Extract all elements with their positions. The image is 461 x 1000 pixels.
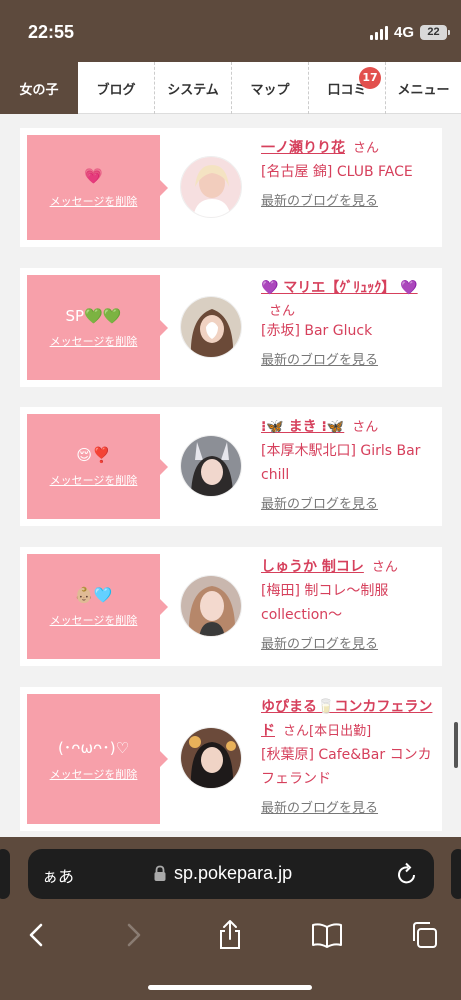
lock-icon: [153, 865, 167, 886]
status-bar: 22:55 4G 22: [0, 0, 461, 62]
delete-message-link[interactable]: メッセージを削除: [50, 333, 138, 349]
honorific: さん: [371, 560, 398, 575]
message-text: 💗: [84, 166, 103, 185]
tab-map[interactable]: マップ: [231, 62, 308, 114]
honorific: さん: [269, 304, 296, 319]
tab-menu[interactable]: メニュー: [385, 62, 461, 114]
message-box: 💗 メッセージを削除: [27, 135, 168, 240]
reload-icon[interactable]: [396, 862, 418, 890]
top-nav: 女の子 ブログ システム マップ 口コミ 17 メニュー: [0, 62, 461, 114]
list-item: 👶🏼🩵 メッセージを削除 しゅうか 制コレ さん [梅田] 制コレ～制服colle…: [20, 547, 442, 666]
list-item: SP💚💚 メッセージを削除 💜 マリエ【ｸﾞﾘｭｯｸ】 💜 さん [赤坂] Bar…: [20, 268, 442, 387]
latest-blog-link[interactable]: 最新のブログを見る: [261, 493, 433, 512]
forward-icon[interactable]: [114, 915, 154, 955]
girl-name-link[interactable]: ⁝🦋 まき ⁝🦋: [261, 419, 344, 435]
avatar[interactable]: [180, 296, 242, 358]
delete-message-link[interactable]: メッセージを削除: [50, 193, 138, 209]
share-icon[interactable]: [210, 915, 250, 955]
delete-message-link[interactable]: メッセージを削除: [50, 472, 138, 488]
honorific: さん: [352, 420, 379, 435]
avatar[interactable]: [180, 156, 242, 218]
list-item: 😌❣️ メッセージを削除 ⁝🦋 まき ⁝🦋 さん [本厚木駅北口] Girls B…: [20, 407, 442, 526]
home-indicator: [148, 985, 312, 990]
battery-icon: 22: [420, 25, 450, 40]
tab-reviews[interactable]: 口コミ 17: [308, 62, 385, 114]
message-text: (･ᴖωᴖ･)♡: [57, 738, 130, 757]
back-icon[interactable]: [16, 915, 56, 955]
message-text: 👶🏼🩵: [74, 585, 113, 604]
latest-blog-link[interactable]: 最新のブログを見る: [261, 349, 433, 368]
list-item: (･ᴖωᴖ･)♡ メッセージを削除 ゆぴまる🥛コンカフェランド さん[本日出勤] …: [20, 687, 442, 831]
message-box: 😌❣️ メッセージを削除: [27, 414, 168, 519]
shop-name: [本厚木駅北口] Girls Bar chill: [261, 443, 421, 483]
address-bar[interactable]: ぁあ sp.pokepara.jp: [28, 849, 434, 899]
message-text: SP💚💚: [65, 306, 122, 325]
delete-message-link[interactable]: メッセージを削除: [50, 612, 138, 628]
page-settings-button[interactable]: ぁあ: [42, 863, 74, 887]
avatar[interactable]: [180, 575, 242, 637]
tab-label: 女の子: [19, 82, 59, 98]
latest-blog-link[interactable]: 最新のブログを見る: [261, 633, 433, 652]
message-box: SP💚💚 メッセージを削除: [27, 275, 168, 380]
shop-name: [赤坂] Bar Gluck: [261, 323, 373, 339]
tab-label: システム: [167, 82, 219, 98]
girl-name-link[interactable]: 💜 マリエ【ｸﾞﾘｭｯｸ】 💜: [261, 280, 418, 296]
browser-toolbar: ぁあ sp.pokepara.jp: [0, 837, 461, 1000]
tab-system[interactable]: システム: [154, 62, 231, 114]
previous-tab-peek[interactable]: [0, 849, 10, 899]
next-tab-peek[interactable]: [451, 849, 461, 899]
signal-icon: [369, 25, 388, 40]
honorific: さん: [353, 141, 380, 156]
shop-name: [秋葉原] Cafe&Bar コンカフェランド: [261, 747, 432, 787]
scrollbar[interactable]: [454, 722, 458, 768]
review-count-badge: 17: [359, 67, 381, 89]
tabs-icon[interactable]: [404, 915, 444, 955]
message-box: 👶🏼🩵 メッセージを削除: [27, 554, 168, 659]
delete-message-link[interactable]: メッセージを削除: [50, 766, 138, 782]
message-box: (･ᴖωᴖ･)♡ メッセージを削除: [27, 694, 168, 824]
honorific: さん[本日出勤]: [283, 724, 372, 739]
tab-girls[interactable]: 女の子: [0, 62, 78, 114]
tab-label: ブログ: [96, 82, 136, 98]
status-time: 22:55: [28, 22, 75, 42]
bookmarks-icon[interactable]: [307, 915, 347, 955]
tab-label: マップ: [250, 82, 290, 98]
shop-name: [梅田] 制コレ～制服collection～: [261, 583, 389, 623]
url-text[interactable]: sp.pokepara.jp: [174, 863, 292, 884]
message-text: 😌❣️: [76, 445, 111, 464]
tab-blog[interactable]: ブログ: [78, 62, 154, 114]
avatar[interactable]: [180, 727, 242, 789]
girl-name-link[interactable]: しゅうか 制コレ: [261, 559, 364, 575]
favorites-list: 💗 メッセージを削除 一ノ瀬りり花 さん [名古屋 錦] CLUB FACE 最新…: [0, 115, 461, 837]
avatar[interactable]: [180, 435, 242, 497]
latest-blog-link[interactable]: 最新のブログを見る: [261, 797, 433, 816]
shop-name: [名古屋 錦] CLUB FACE: [261, 164, 413, 180]
girl-name-link[interactable]: 一ノ瀬りり花: [261, 140, 345, 156]
latest-blog-link[interactable]: 最新のブログを見る: [261, 190, 433, 209]
tab-label: メニュー: [397, 82, 450, 98]
network-label: 4G: [393, 24, 414, 41]
list-item: 💗 メッセージを削除 一ノ瀬りり花 さん [名古屋 錦] CLUB FACE 最新…: [20, 128, 442, 247]
